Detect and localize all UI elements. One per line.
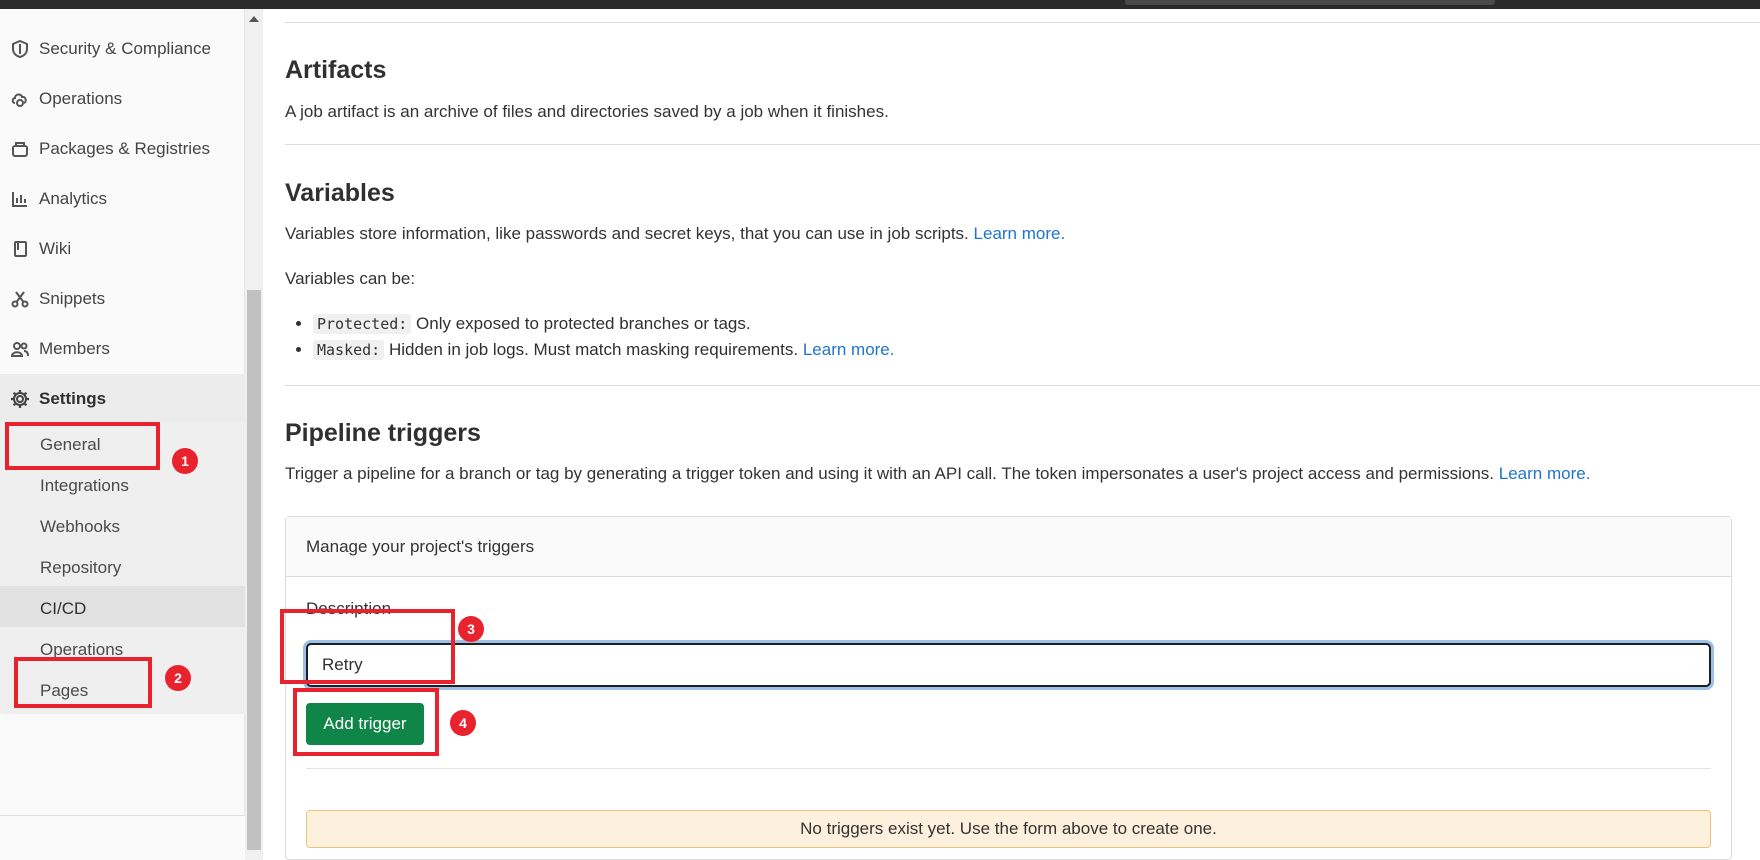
description-input[interactable]	[306, 643, 1711, 687]
variables-learn-more-link[interactable]: Learn more.	[974, 224, 1066, 243]
masked-code: Masked:	[313, 340, 385, 360]
package-icon	[9, 138, 31, 160]
list-item: Masked: Hidden in job logs. Must match m…	[313, 337, 895, 363]
annotation-box-settings	[5, 422, 160, 470]
chart-icon	[9, 188, 31, 210]
settings-sub-webhooks[interactable]: Webhooks	[0, 504, 245, 550]
scissors-icon	[9, 288, 31, 310]
variables-can-be: Variables can be:	[285, 269, 416, 288]
shield-icon	[9, 38, 31, 60]
protected-text: Only exposed to protected branches or ta…	[416, 314, 751, 333]
card-header: Manage your project's triggers	[286, 517, 1731, 577]
sidebar-item-label: Members	[39, 339, 110, 358]
sidebar-item-members[interactable]: Members	[0, 324, 245, 374]
sidebar-item-snippets[interactable]: Snippets	[0, 274, 245, 324]
settings-sub-ci-cd[interactable]: CI/CD	[0, 586, 245, 632]
divider	[285, 385, 1760, 386]
protected-code: Protected:	[313, 314, 412, 334]
sidebar-item-label: Packages & Registries	[39, 139, 211, 158]
triggers-learn-more-link[interactable]: Learn more.	[1499, 464, 1591, 483]
sidebar-item-label: Settings	[39, 389, 107, 408]
pipeline-triggers-description-text: Trigger a pipeline for a branch or tag b…	[285, 464, 1495, 483]
pipeline-triggers-title: Pipeline triggers	[285, 419, 481, 447]
sidebar-item-label: Operations	[39, 89, 123, 108]
variables-description: Variables store information, like passwo…	[285, 224, 1065, 244]
annotation-badge-3: 3	[458, 616, 484, 642]
cloud-gear-icon	[9, 88, 31, 110]
masked-text: Hidden in job logs. Must match masking r…	[388, 340, 799, 359]
sidebar-item-operations[interactable]: Operations	[0, 74, 245, 124]
main-content: Artifacts A job artifact is an archive o…	[263, 9, 1760, 860]
sidebar-item-wiki[interactable]: Wiki	[0, 224, 245, 274]
annotation-box-description	[280, 609, 455, 684]
sidebar-item-label: Security & Compliance	[39, 39, 211, 58]
annotation-box-add-trigger	[293, 688, 439, 756]
artifacts-title: Artifacts	[285, 56, 387, 84]
settings-sub-repository[interactable]: Repository	[0, 545, 245, 591]
sidebar-item-label: Snippets	[39, 289, 106, 308]
artifacts-description: A job artifact is an archive of files an…	[285, 102, 889, 121]
divider	[306, 768, 1711, 769]
pipeline-triggers-description: Trigger a pipeline for a branch or tag b…	[285, 464, 1590, 484]
scrollbar-thumb[interactable]	[247, 290, 261, 850]
search-bar[interactable]	[1125, 0, 1495, 5]
divider	[285, 144, 1760, 145]
divider	[285, 22, 1760, 23]
scroll-up-arrow-icon[interactable]	[249, 16, 259, 22]
sidebar-item-label: Analytics	[39, 189, 108, 208]
sidebar-item-label: Wiki	[39, 239, 72, 258]
sidebar-item-packages-registries[interactable]: Packages & Registries	[0, 124, 245, 174]
variables-title: Variables	[285, 179, 395, 207]
sidebar-item-analytics[interactable]: Analytics	[0, 174, 245, 224]
top-navbar	[0, 0, 1760, 9]
sidebar-item-settings[interactable]: Settings	[0, 374, 245, 424]
annotation-box-ci-cd	[14, 657, 152, 708]
sidebar-item-security-compliance[interactable]: Security & Compliance	[0, 24, 245, 74]
gear-icon	[9, 388, 31, 410]
annotation-badge-4: 4	[450, 710, 476, 736]
variables-list: Protected: Only exposed to protected bra…	[313, 311, 895, 363]
annotation-badge-1: 1	[172, 448, 198, 474]
list-item: Protected: Only exposed to protected bra…	[313, 311, 895, 337]
sidebar-footer	[0, 815, 245, 860]
variables-description-text: Variables store information, like passwo…	[285, 224, 969, 243]
triggers-card: Manage your project's triggers Descripti…	[285, 516, 1732, 860]
book-icon	[9, 238, 31, 260]
masked-learn-more-link[interactable]: Learn more.	[803, 340, 895, 359]
users-icon	[9, 338, 31, 360]
no-triggers-alert: No triggers exist yet. Use the form abov…	[306, 810, 1711, 848]
annotation-badge-2: 2	[165, 665, 191, 691]
